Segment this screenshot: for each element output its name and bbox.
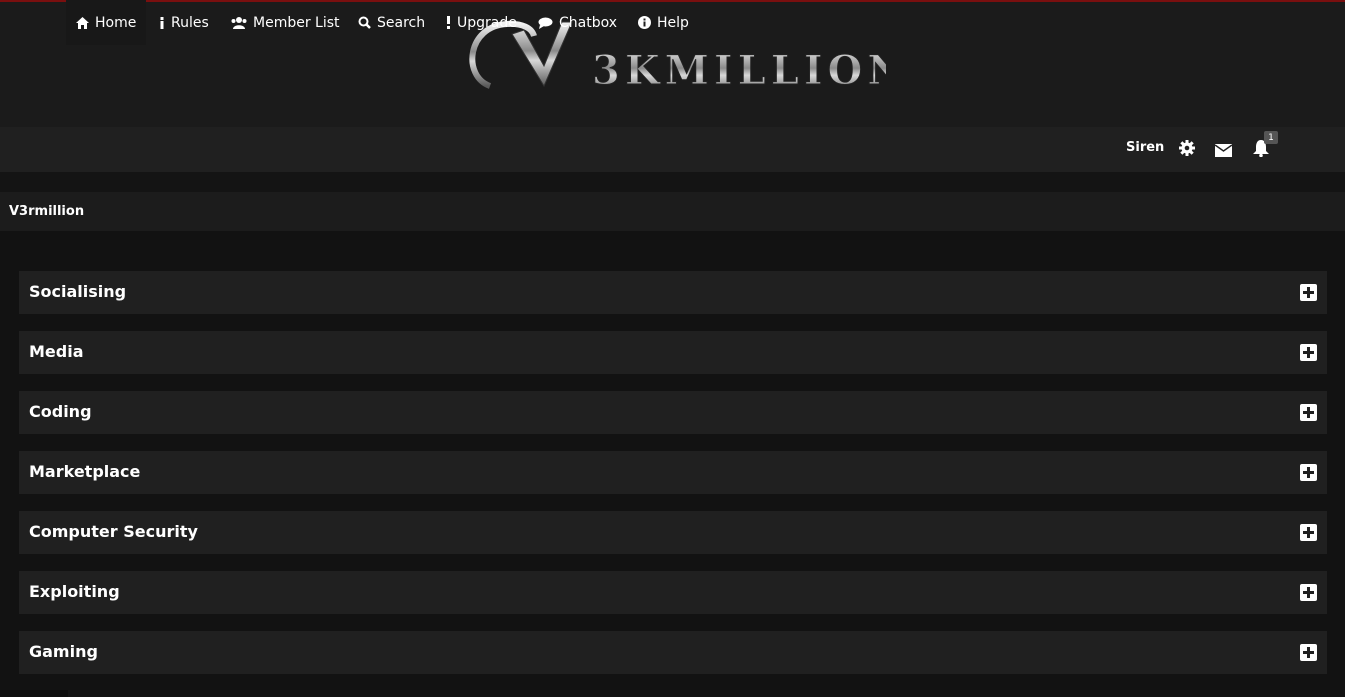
- nav-search[interactable]: Search: [358, 0, 425, 45]
- expand-plus-icon[interactable]: [1300, 644, 1317, 661]
- logo-wordmark: 3KMILLION: [592, 47, 886, 94]
- nav-upgrade[interactable]: Upgrade: [446, 0, 517, 45]
- category-title[interactable]: Media: [29, 342, 84, 361]
- nav-home[interactable]: Home: [66, 0, 146, 45]
- info-icon: [159, 16, 165, 29]
- breadcrumb: V3rmillion: [0, 192, 1345, 231]
- category-title[interactable]: Coding: [29, 402, 92, 421]
- category-title[interactable]: Socialising: [29, 282, 126, 301]
- expand-plus-icon[interactable]: [1300, 524, 1317, 541]
- expand-plus-icon[interactable]: [1300, 344, 1317, 361]
- expand-plus-icon[interactable]: [1300, 284, 1317, 301]
- category-title[interactable]: Marketplace: [29, 462, 140, 481]
- info-circle-icon: [638, 16, 651, 29]
- category-gaming: Gaming: [19, 631, 1327, 674]
- nav-upgrade-label: Upgrade: [457, 14, 517, 31]
- settings-gear-icon[interactable]: [1179, 140, 1195, 160]
- nav-chatbox-label: Chatbox: [559, 14, 618, 31]
- users-icon: [231, 16, 247, 29]
- nav-home-label: Home: [95, 14, 137, 31]
- category-exploiting: Exploiting: [19, 571, 1327, 614]
- bottom-edge-bar: [0, 690, 68, 697]
- comment-icon: [538, 17, 553, 29]
- spacer: [0, 172, 1345, 192]
- nav-help[interactable]: Help: [638, 0, 689, 45]
- category-socialising: Socialising: [19, 271, 1327, 314]
- breadcrumb-current[interactable]: V3rmillion: [9, 204, 84, 219]
- notification-count-badge: 1: [1264, 131, 1278, 144]
- exclamation-icon: [446, 16, 451, 29]
- expand-plus-icon[interactable]: [1300, 584, 1317, 601]
- nav-rules[interactable]: Rules: [159, 0, 209, 45]
- expand-plus-icon[interactable]: [1300, 404, 1317, 421]
- category-title[interactable]: Gaming: [29, 642, 98, 661]
- nav-chatbox[interactable]: Chatbox: [538, 0, 617, 45]
- home-icon: [76, 16, 89, 29]
- expand-plus-icon[interactable]: [1300, 464, 1317, 481]
- nav-member-list-label: Member List: [253, 14, 340, 31]
- nav-search-label: Search: [377, 14, 426, 31]
- category-title[interactable]: Exploiting: [29, 582, 120, 601]
- search-icon: [358, 16, 371, 29]
- user-name-link[interactable]: Siren: [1126, 140, 1164, 155]
- category-marketplace: Marketplace: [19, 451, 1327, 494]
- nav-member-list[interactable]: Member List: [231, 0, 340, 45]
- nav-help-label: Help: [657, 14, 689, 31]
- category-computer-security: Computer Security: [19, 511, 1327, 554]
- envelope-icon[interactable]: [1214, 142, 1233, 161]
- nav-rules-label: Rules: [171, 14, 209, 31]
- category-media: Media: [19, 331, 1327, 374]
- category-coding: Coding: [19, 391, 1327, 434]
- category-title[interactable]: Computer Security: [29, 522, 198, 541]
